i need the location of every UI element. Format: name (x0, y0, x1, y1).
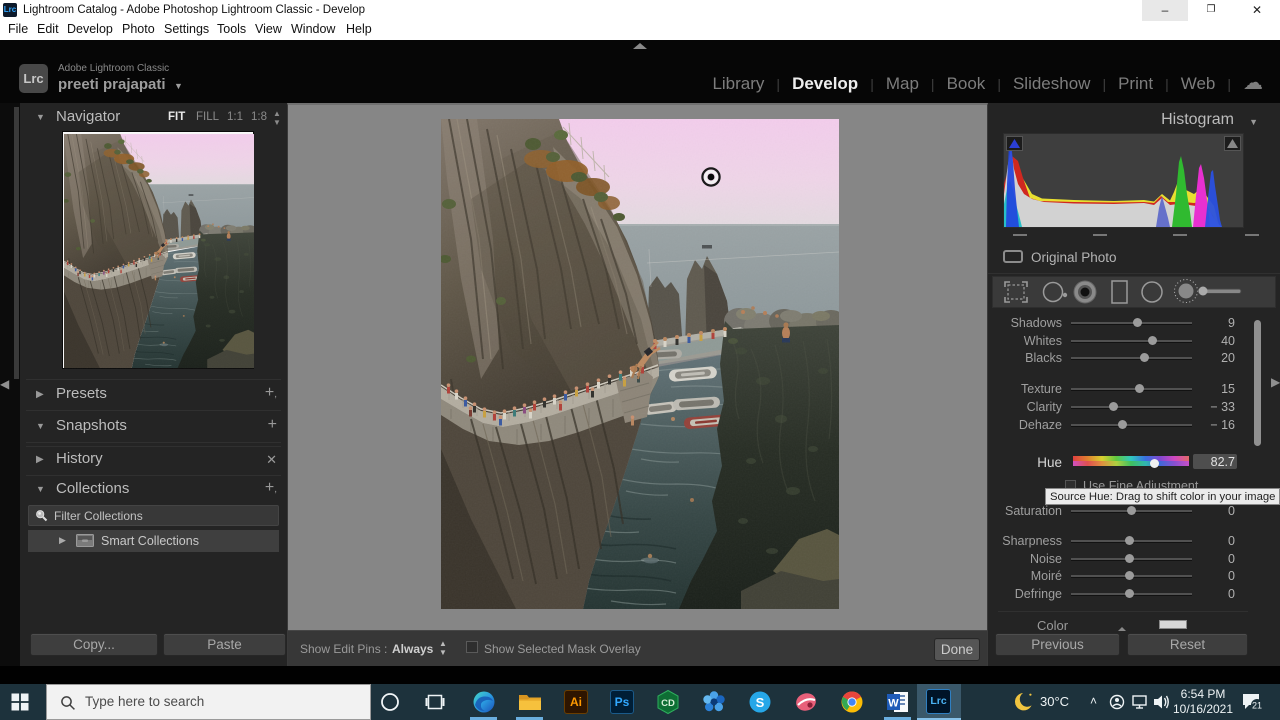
svg-text:21: 21 (1252, 701, 1262, 711)
svg-text:W: W (888, 698, 899, 710)
svg-text:CD: CD (661, 698, 675, 709)
svg-text:S: S (756, 695, 765, 710)
